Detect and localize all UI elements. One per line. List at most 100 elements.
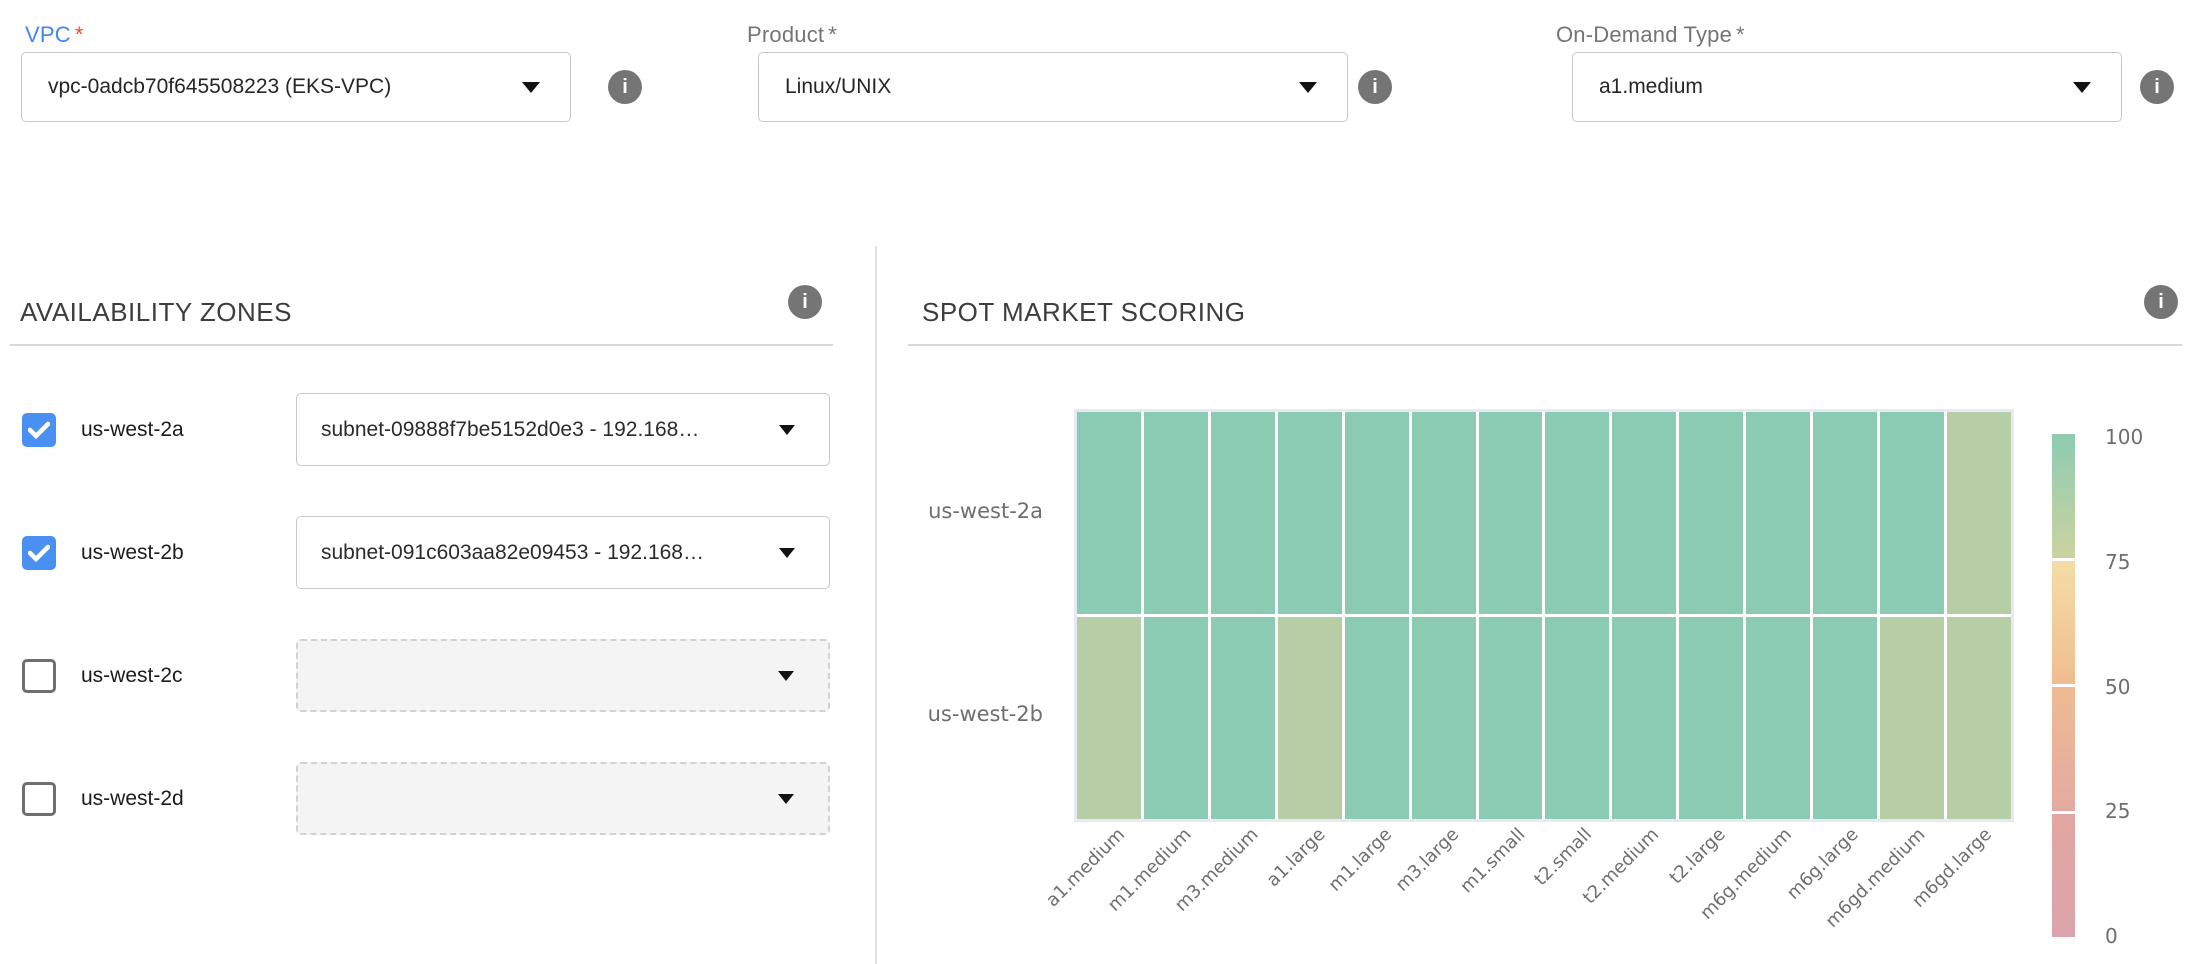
colorbar-tick-label: 25 <box>2105 799 2130 823</box>
info-icon-glyph: i <box>2158 291 2164 314</box>
heatmap-column-label: t2.large <box>1665 824 1729 888</box>
availability-zones-divider <box>10 344 833 346</box>
dropdown-arrow-icon <box>778 794 794 804</box>
dropdown-arrow-icon <box>778 671 794 681</box>
subnet-select-us-west-2b[interactable]: subnet-091c603aa82e09453 - 192.168… <box>296 516 830 589</box>
vpc-label-text: VPC <box>25 22 71 47</box>
checkbox-us-west-2d[interactable] <box>22 782 56 816</box>
heatmap-cell-us-west-2a-t2.large <box>1679 412 1743 614</box>
panel-divider <box>875 246 877 964</box>
heatmap-cell-us-west-2b-m1.large <box>1345 617 1409 819</box>
vpc-info-icon[interactable]: i <box>608 70 642 104</box>
info-icon-glyph: i <box>622 76 628 99</box>
product-label-text: Product <box>747 22 824 47</box>
product-required-asterisk: * <box>828 22 837 47</box>
colorbar-tick-label: 100 <box>2105 425 2143 449</box>
info-icon-glyph: i <box>802 291 808 314</box>
heatmap-column-label: t2.small <box>1530 824 1596 890</box>
checkmark-icon <box>28 544 50 562</box>
product-selected-value: Linux/UNIX <box>785 75 891 99</box>
heatmap-cell-us-west-2b-t2.medium <box>1612 617 1676 819</box>
on-demand-type-select[interactable]: a1.medium <box>1572 52 2122 122</box>
dropdown-arrow-icon <box>779 548 795 558</box>
spot-market-scoring-title: SPOT MARKET SCORING <box>922 297 1245 328</box>
heatmap-column-label: m3.large <box>1391 824 1463 896</box>
heatmap-cell-us-west-2b-m1.small <box>1479 617 1543 819</box>
heatmap-cell-us-west-2a-t2.medium <box>1612 412 1676 614</box>
colorbar-segment <box>2052 814 2075 938</box>
subnet-select-us-west-2a[interactable]: subnet-09888f7be5152d0e3 - 192.168… <box>296 393 830 466</box>
dropdown-arrow-icon <box>522 82 540 93</box>
on-demand-type-selected-value: a1.medium <box>1599 75 1703 99</box>
checkmark-icon <box>28 421 50 439</box>
checkbox-us-west-2b[interactable] <box>22 536 56 570</box>
zone-label-us-west-2c: us-west-2c <box>81 659 183 693</box>
zone-label-us-west-2d: us-west-2d <box>81 782 184 816</box>
on-demand-type-info-icon[interactable]: i <box>2140 70 2174 104</box>
vpc-label: VPC* <box>25 22 84 48</box>
heatmap-cell-us-west-2b-m6g.large <box>1813 617 1877 819</box>
heatmap-grid <box>1074 409 2014 822</box>
heatmap-cell-us-west-2b-a1.large <box>1278 617 1342 819</box>
availability-zones-title: AVAILABILITY ZONES <box>20 297 292 328</box>
heatmap-cell-us-west-2a-a1.large <box>1278 412 1342 614</box>
spot-market-scoring-info-icon[interactable]: i <box>2144 285 2178 319</box>
subnet-select-us-west-2c[interactable] <box>296 639 830 712</box>
colorbar-segment <box>2052 434 2075 558</box>
spot-market-scoring-divider <box>908 344 2182 346</box>
checkbox-us-west-2a[interactable] <box>22 413 56 447</box>
heatmap-cell-us-west-2b-t2.large <box>1679 617 1743 819</box>
info-icon-glyph: i <box>1372 76 1378 99</box>
heatmap-cell-us-west-2b-t2.small <box>1545 617 1609 819</box>
subnet-selected-value: subnet-091c603aa82e09453 - 192.168… <box>321 541 704 565</box>
on-demand-type-label: On-Demand Type* <box>1556 22 1745 48</box>
dropdown-arrow-icon <box>1299 82 1317 93</box>
heatmap-cell-us-west-2b-m3.medium <box>1211 617 1275 819</box>
colorbar-tick-label: 50 <box>2105 675 2130 699</box>
heatmap-cell-us-west-2b-m6gd.medium <box>1880 617 1944 819</box>
heatmap-cell-us-west-2a-m1.large <box>1345 412 1409 614</box>
heatmap-cell-us-west-2a-m3.medium <box>1211 412 1275 614</box>
heatmap-cell-us-west-2a-m6g.large <box>1813 412 1877 614</box>
colorbar-tick-label: 75 <box>2105 550 2130 574</box>
vpc-required-asterisk: * <box>75 22 84 47</box>
heatmap-cell-us-west-2b-m6gd.large <box>1947 617 2011 819</box>
colorbar-segment <box>2052 687 2075 811</box>
on-demand-type-label-text: On-Demand Type <box>1556 22 1732 47</box>
zone-label-us-west-2b: us-west-2b <box>81 536 184 570</box>
on-demand-required-asterisk: * <box>1736 22 1745 47</box>
dropdown-arrow-icon <box>779 425 795 435</box>
colorbar-tick-label: 0 <box>2105 924 2118 948</box>
vpc-select[interactable]: vpc-0adcb70f645508223 (EKS-VPC) <box>21 52 571 122</box>
colorbar <box>2052 434 2075 937</box>
heatmap-cell-us-west-2b-a1.medium <box>1077 617 1141 819</box>
heatmap-cell-us-west-2a-m1.small <box>1479 412 1543 614</box>
zone-label-us-west-2a: us-west-2a <box>81 413 184 447</box>
info-icon-glyph: i <box>2154 76 2160 99</box>
vpc-selected-value: vpc-0adcb70f645508223 (EKS-VPC) <box>48 75 391 99</box>
heatmap-cell-us-west-2a-m6g.medium <box>1746 412 1810 614</box>
checkbox-us-west-2c[interactable] <box>22 659 56 693</box>
subnet-select-us-west-2d[interactable] <box>296 762 830 835</box>
subnet-selected-value: subnet-09888f7be5152d0e3 - 192.168… <box>321 418 699 442</box>
heatmap-cell-us-west-2b-m1.medium <box>1144 617 1208 819</box>
heatmap-cell-us-west-2a-t2.small <box>1545 412 1609 614</box>
heatmap-column-label: m1.small <box>1456 824 1529 897</box>
product-select[interactable]: Linux/UNIX <box>758 52 1348 122</box>
heatmap-cell-us-west-2a-a1.medium <box>1077 412 1141 614</box>
dropdown-arrow-icon <box>2073 82 2091 93</box>
product-info-icon[interactable]: i <box>1358 70 1392 104</box>
heatmap-cell-us-west-2a-m6gd.medium <box>1880 412 1944 614</box>
product-label: Product* <box>747 22 837 48</box>
heatmap-row-label: us-west-2a <box>928 499 1043 523</box>
availability-zones-info-icon[interactable]: i <box>788 285 822 319</box>
heatmap-cell-us-west-2a-m3.large <box>1412 412 1476 614</box>
heatmap-cell-us-west-2b-m6g.medium <box>1746 617 1810 819</box>
heatmap-column-label: m1.large <box>1324 824 1396 896</box>
heatmap-cell-us-west-2a-m1.medium <box>1144 412 1208 614</box>
colorbar-segment <box>2052 561 2075 685</box>
heatmap-column-label: a1.large <box>1262 824 1329 891</box>
page: VPC* vpc-0adcb70f645508223 (EKS-VPC) i P… <box>0 0 2196 964</box>
heatmap-cell-us-west-2b-m3.large <box>1412 617 1476 819</box>
heatmap-cell-us-west-2a-m6gd.large <box>1947 412 2011 614</box>
